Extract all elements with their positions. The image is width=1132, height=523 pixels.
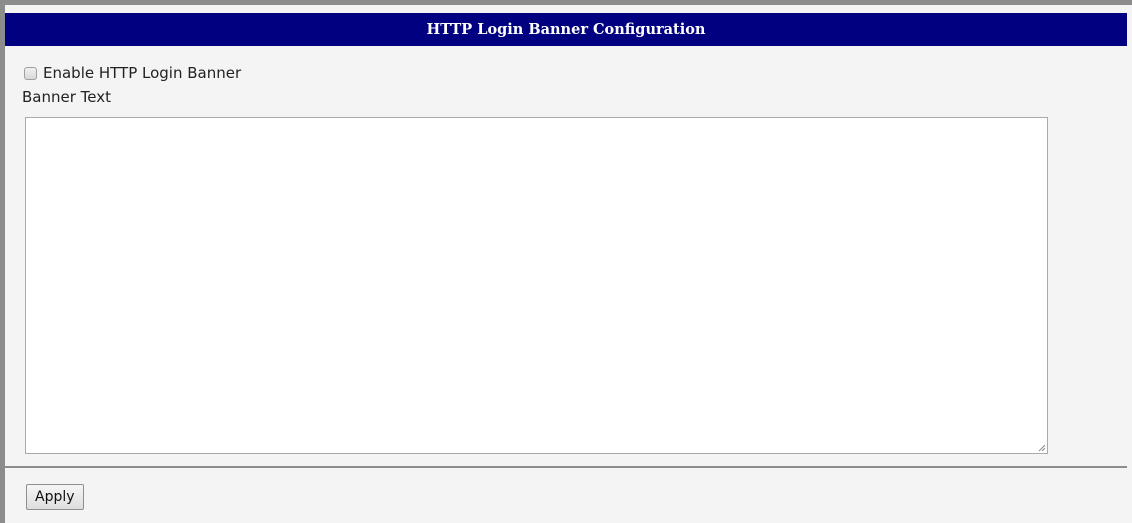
enable-banner-label[interactable]: Enable HTTP Login Banner: [43, 64, 241, 82]
enable-banner-row[interactable]: Enable HTTP Login Banner: [24, 63, 241, 83]
section-title: HTTP Login Banner Configuration: [5, 13, 1127, 46]
form-footer: Apply: [5, 468, 1127, 523]
enable-banner-checkbox[interactable]: [24, 66, 37, 80]
banner-text-input[interactable]: [25, 117, 1048, 454]
apply-button[interactable]: Apply: [26, 484, 84, 510]
form-content: Enable HTTP Login Banner Banner Text: [5, 46, 1127, 466]
banner-text-label: Banner Text: [22, 88, 111, 106]
resize-grip-icon[interactable]: [1038, 444, 1046, 452]
